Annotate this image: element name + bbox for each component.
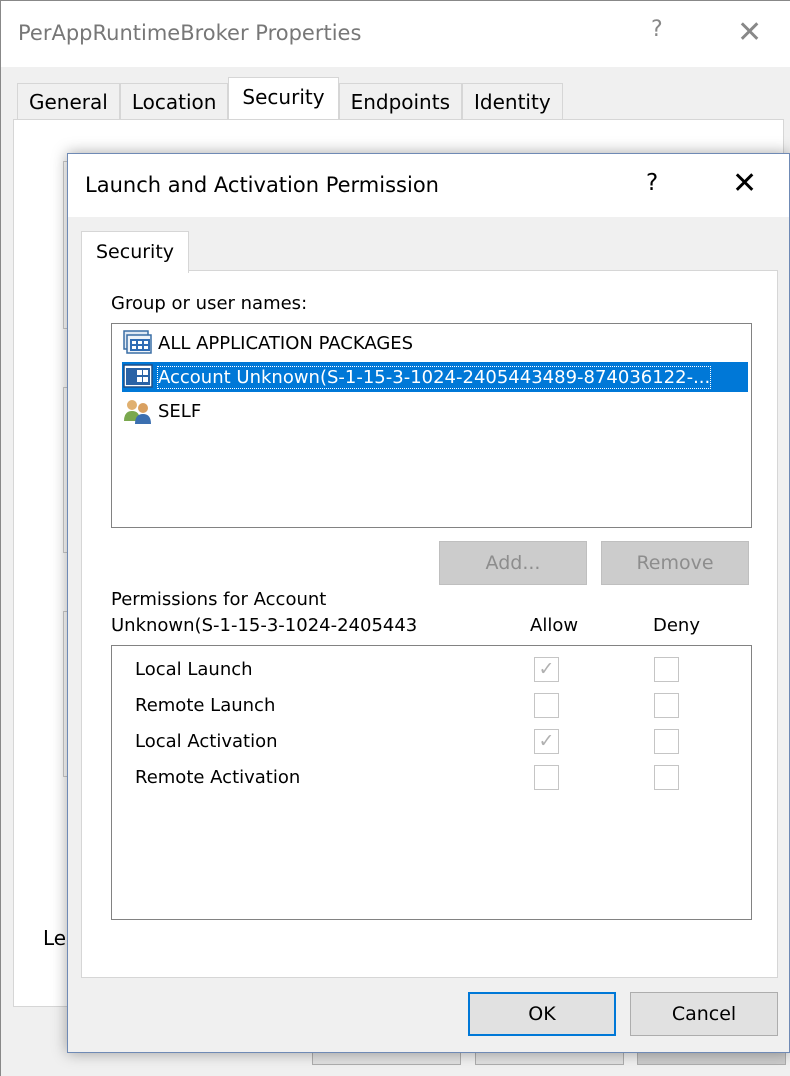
unknown-account-icon [122,362,154,392]
permission-name: Local Launch [135,659,253,680]
tab-general[interactable]: General [17,83,120,119]
properties-partial-label: Le [43,926,67,950]
permission-name: Remote Activation [135,767,301,788]
allow-checkbox[interactable]: ✓ [534,729,559,754]
close-icon[interactable]: ✕ [732,166,758,201]
tab-identity[interactable]: Identity [462,83,563,119]
permissions-list: Local Launch ✓ Remote Launch Local Activ… [111,645,752,920]
permission-row-remote-activation: Remote Activation [135,763,735,793]
deny-checkbox[interactable] [654,729,679,754]
permission-row-local-launch: Local Launch ✓ [135,655,735,685]
properties-help-button[interactable]: ? [651,17,663,42]
allow-checkbox[interactable] [534,765,559,790]
dialog-titlebar: Launch and Activation Permission ? ✕ [68,154,789,217]
tab-security[interactable]: Security [81,231,190,273]
group-or-user-names-label: Group or user names: [111,293,308,314]
permissions-label-line2: Unknown(S-1-15-3-1024-2405443 [111,615,418,636]
user-name: ALL APPLICATION PACKAGES [158,332,414,354]
properties-titlebar: PerAppRuntimeBroker Properties ? ✕ [1,1,790,67]
add-button[interactable]: Add... [439,541,587,585]
allow-checkbox[interactable]: ✓ [534,657,559,682]
user-listbox[interactable]: ALL APPLICATION PACKAGES Account Unknown… [111,323,752,528]
permission-name: Remote Launch [135,695,276,716]
list-item-all-application-packages[interactable]: ALL APPLICATION PACKAGES [122,328,748,358]
app-packages-icon [122,328,154,358]
list-item-self[interactable]: SELF [122,396,748,426]
allow-column-header: Allow [530,615,579,636]
security-panel: Group or user names: ALL APPLICATION PAC… [81,270,778,978]
deny-checkbox[interactable] [654,693,679,718]
tab-location[interactable]: Location [119,83,229,119]
deny-checkbox[interactable] [654,765,679,790]
permission-row-local-activation: Local Activation ✓ [135,727,735,757]
permissions-label-line1: Permissions for Account [111,589,327,610]
dialog-help-button[interactable]: ? [646,170,658,196]
tab-security[interactable]: Security [228,77,339,119]
properties-close-icon[interactable]: ✕ [737,15,762,50]
properties-tabs: General Location Security Endpoints Iden… [17,77,563,119]
ok-button[interactable]: OK [468,992,616,1036]
deny-column-header: Deny [653,615,700,636]
remove-button[interactable]: Remove [601,541,749,585]
dialog-title: Launch and Activation Permission [85,173,439,197]
list-item-account-unknown[interactable]: Account Unknown(S-1-15-3-1024-2405443489… [122,362,748,392]
deny-checkbox[interactable] [654,657,679,682]
allow-checkbox[interactable] [534,693,559,718]
user-name: SELF [158,400,202,422]
tab-endpoints[interactable]: Endpoints [338,83,462,119]
user-name: Account Unknown(S-1-15-3-1024-2405443489… [156,365,712,389]
properties-title: PerAppRuntimeBroker Properties [18,21,362,45]
permission-row-remote-launch: Remote Launch [135,691,735,721]
permission-name: Local Activation [135,731,278,752]
users-group-icon [122,396,154,426]
cancel-button[interactable]: Cancel [630,992,778,1036]
launch-activation-dialog: Launch and Activation Permission ? ✕ Sec… [67,153,790,1053]
